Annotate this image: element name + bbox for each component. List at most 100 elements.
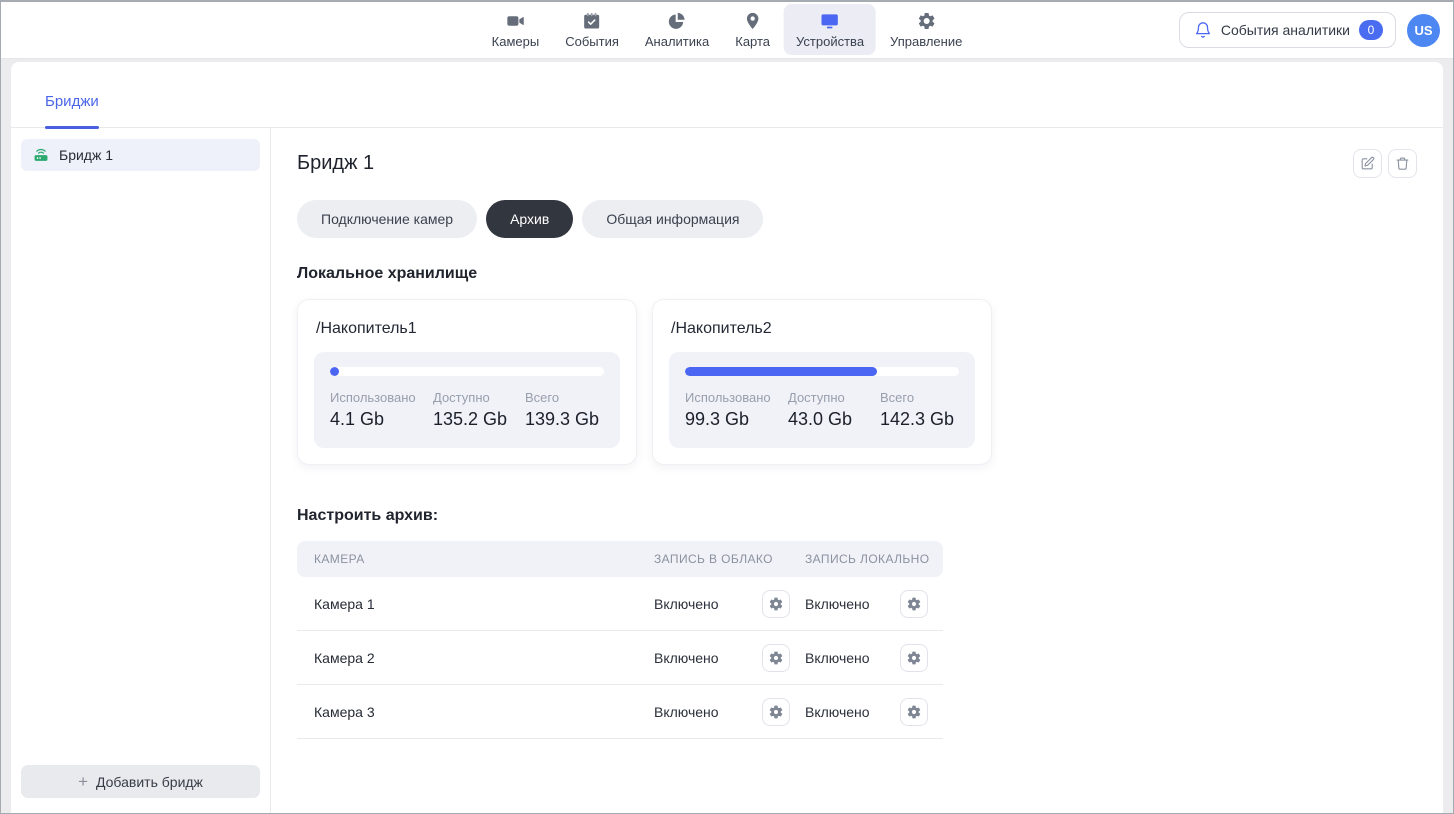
table-row-camera-2: Камера 2 Включено Включено bbox=[297, 631, 943, 685]
nav-label: Управление bbox=[890, 34, 962, 49]
edit-pencil-icon bbox=[1360, 156, 1375, 171]
total-value: 142.3 Gb bbox=[880, 409, 954, 430]
available-value: 135.2 Gb bbox=[433, 409, 525, 430]
tab-bridges[interactable]: Бриджи bbox=[45, 93, 99, 110]
gear-icon bbox=[768, 596, 784, 612]
local-recording-state: Включено bbox=[805, 650, 870, 666]
gear-icon bbox=[906, 704, 922, 720]
cloud-recording-state: Включено bbox=[654, 704, 719, 720]
configure-archive-heading: Настроить архив: bbox=[297, 507, 1417, 525]
column-header-local-recording: ЗАПИСЬ ЛОКАЛЬНО bbox=[805, 552, 943, 566]
gear-icon bbox=[906, 650, 922, 666]
bridge-router-icon bbox=[32, 146, 50, 164]
tab-archive[interactable]: Архив bbox=[486, 200, 573, 238]
user-avatar[interactable]: US bbox=[1407, 14, 1440, 47]
drive-usage-box: Использовано 99.3 Gb Доступно 43.0 Gb Вс… bbox=[669, 352, 975, 448]
calendar-check-icon bbox=[582, 10, 602, 32]
storage-card-drive-2: /Накопитель2 Использовано 99.3 Gb bbox=[652, 299, 992, 465]
bridges-sidebar: Бридж 1 + Добавить бридж bbox=[11, 128, 271, 813]
cloud-recording-state: Включено bbox=[654, 650, 719, 666]
delete-bridge-button[interactable] bbox=[1388, 149, 1417, 178]
bridge-tabs: Подключение камер Архив Общая информация bbox=[297, 200, 1417, 238]
cloud-recording-state: Включено bbox=[654, 596, 719, 612]
total-value: 139.3 Gb bbox=[525, 409, 599, 430]
topbar-right: События аналитики 0 US bbox=[1179, 2, 1440, 58]
map-pin-icon bbox=[743, 10, 763, 32]
trash-icon bbox=[1395, 156, 1410, 171]
camera-name: Камера 1 bbox=[297, 596, 654, 612]
used-label: Использовано bbox=[685, 390, 788, 405]
plus-icon: + bbox=[78, 773, 88, 790]
gear-icon bbox=[906, 596, 922, 612]
monitor-icon bbox=[820, 10, 840, 32]
title-row: Бридж 1 bbox=[297, 149, 1417, 178]
camera-name: Камера 3 bbox=[297, 704, 654, 720]
used-value: 4.1 Gb bbox=[330, 409, 433, 430]
gear-icon bbox=[768, 650, 784, 666]
page-title: Бридж 1 bbox=[297, 152, 374, 175]
add-bridge-button[interactable]: + Добавить бридж bbox=[21, 765, 260, 798]
analytics-events-badge: 0 bbox=[1359, 20, 1383, 40]
local-recording-settings-button[interactable] bbox=[900, 644, 928, 672]
analytics-events-button[interactable]: События аналитики 0 bbox=[1179, 12, 1396, 48]
top-bar: Камеры События Аналитика Карта bbox=[1, 2, 1453, 59]
nav-item-devices[interactable]: Устройства bbox=[784, 4, 876, 55]
drive-progress-track bbox=[330, 367, 604, 376]
nav-item-cameras[interactable]: Камеры bbox=[480, 4, 552, 55]
video-camera-icon bbox=[505, 10, 525, 32]
table-row-camera-1: Камера 1 Включено Включено bbox=[297, 577, 943, 631]
nav-item-management[interactable]: Управление bbox=[878, 4, 974, 55]
pie-chart-icon bbox=[667, 10, 687, 32]
drive-progress-fill bbox=[330, 367, 339, 376]
cloud-recording-settings-button[interactable] bbox=[762, 698, 790, 726]
bridge-detail-main: Бридж 1 bbox=[271, 128, 1443, 813]
edit-bridge-button[interactable] bbox=[1353, 149, 1382, 178]
local-recording-settings-button[interactable] bbox=[900, 698, 928, 726]
content-panel: Бриджи Бридж 1 + Добавить бридж bbox=[11, 62, 1443, 813]
used-label: Использовано bbox=[330, 390, 433, 405]
page-background: Бриджи Бридж 1 + Добавить бридж bbox=[1, 59, 1453, 813]
tab-general-info[interactable]: Общая информация bbox=[582, 200, 763, 238]
nav-label: Камеры bbox=[492, 34, 540, 49]
drive-stats: Использовано 4.1 Gb Доступно 135.2 Gb Вс… bbox=[330, 390, 604, 430]
archive-table: КАМЕРА ЗАПИСЬ В ОБЛАКО ЗАПИСЬ ЛОКАЛЬНО К… bbox=[297, 541, 943, 739]
add-bridge-label: Добавить бридж bbox=[96, 774, 203, 790]
available-value: 43.0 Gb bbox=[788, 409, 880, 430]
storage-card-drive-1: /Накопитель1 Использовано 4.1 Gb bbox=[297, 299, 637, 465]
nav-item-events[interactable]: События bbox=[553, 4, 631, 55]
table-header: КАМЕРА ЗАПИСЬ В ОБЛАКО ЗАПИСЬ ЛОКАЛЬНО bbox=[297, 541, 943, 577]
available-label: Доступно bbox=[788, 390, 880, 405]
main-nav: Камеры События Аналитика Карта bbox=[480, 2, 975, 58]
nav-label: События bbox=[565, 34, 619, 49]
used-value: 99.3 Gb bbox=[685, 409, 788, 430]
title-actions bbox=[1353, 149, 1417, 178]
drive-stats: Использовано 99.3 Gb Доступно 43.0 Gb Вс… bbox=[685, 390, 959, 430]
drive-usage-box: Использовано 4.1 Gb Доступно 135.2 Gb Вс… bbox=[314, 352, 620, 448]
nav-item-map[interactable]: Карта bbox=[723, 4, 782, 55]
nav-label: Устройства bbox=[796, 34, 864, 49]
sidebar-item-bridge-1[interactable]: Бридж 1 bbox=[21, 139, 260, 171]
local-storage-heading: Локальное хранилище bbox=[297, 265, 1417, 283]
total-label: Всего bbox=[525, 390, 599, 405]
drive-name: /Накопитель2 bbox=[671, 320, 975, 338]
panel-body: Бридж 1 + Добавить бридж Бридж 1 bbox=[11, 128, 1443, 813]
column-header-camera: КАМЕРА bbox=[297, 552, 654, 566]
gear-icon bbox=[768, 704, 784, 720]
nav-item-analytics[interactable]: Аналитика bbox=[633, 4, 721, 55]
drive-name: /Накопитель1 bbox=[316, 320, 620, 338]
panel-tabs-bar: Бриджи bbox=[11, 62, 1443, 128]
storage-cards: /Накопитель1 Использовано 4.1 Gb bbox=[297, 299, 1417, 465]
table-row-camera-3: Камера 3 Включено Включено bbox=[297, 685, 943, 739]
analytics-events-label: События аналитики bbox=[1221, 22, 1350, 38]
column-header-cloud-recording: ЗАПИСЬ В ОБЛАКО bbox=[654, 552, 805, 566]
available-label: Доступно bbox=[433, 390, 525, 405]
nav-label: Карта bbox=[735, 34, 770, 49]
total-label: Всего bbox=[880, 390, 954, 405]
cloud-recording-settings-button[interactable] bbox=[762, 644, 790, 672]
local-recording-state: Включено bbox=[805, 704, 870, 720]
sidebar-item-label: Бридж 1 bbox=[59, 147, 113, 163]
tab-camera-connection[interactable]: Подключение камер bbox=[297, 200, 477, 238]
cloud-recording-settings-button[interactable] bbox=[762, 590, 790, 618]
local-recording-state: Включено bbox=[805, 596, 870, 612]
local-recording-settings-button[interactable] bbox=[900, 590, 928, 618]
